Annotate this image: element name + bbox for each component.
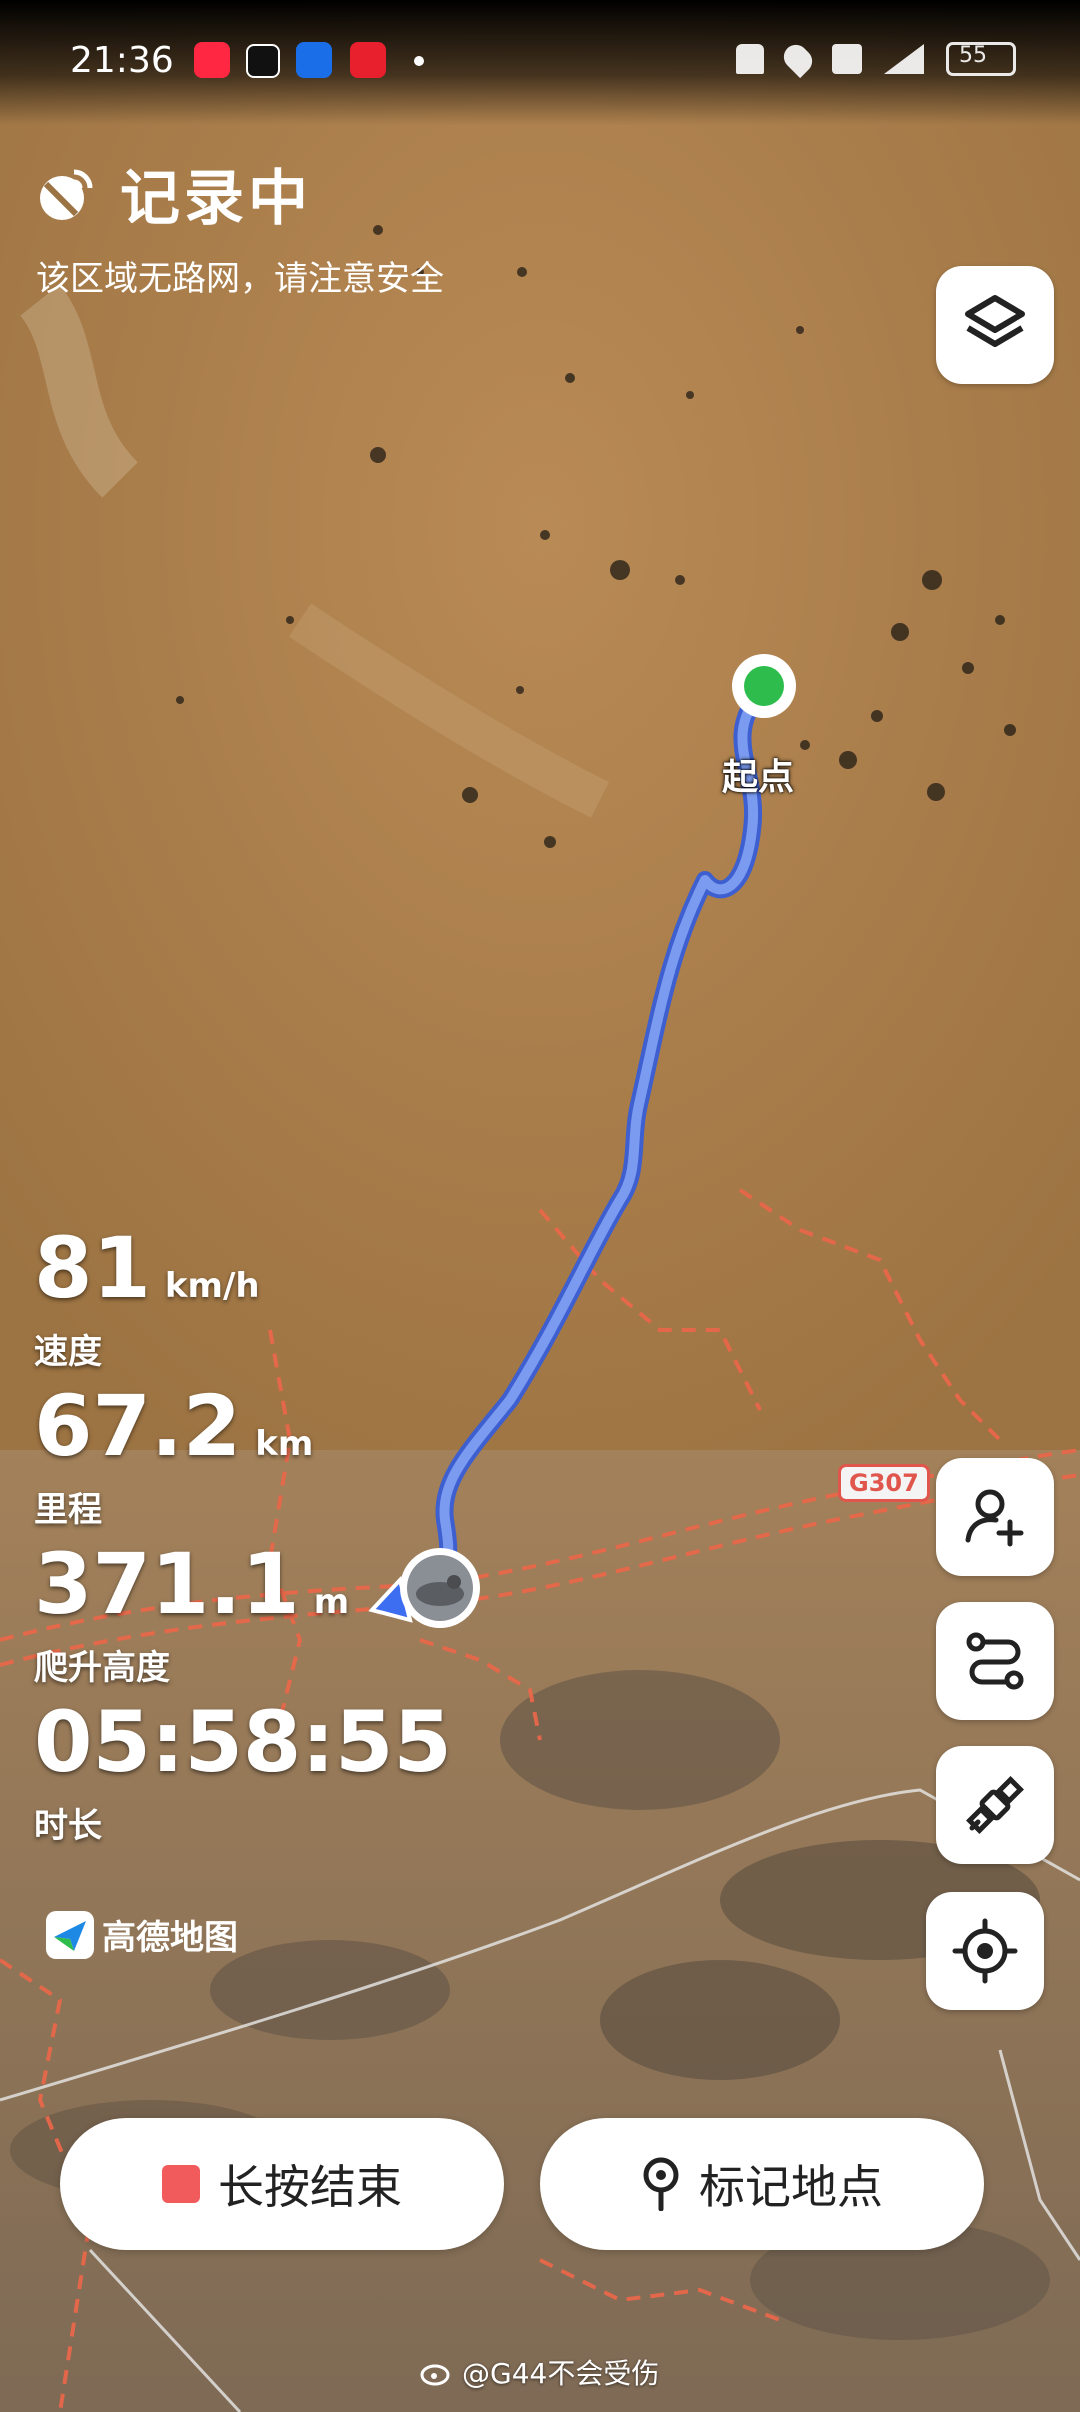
satellite-signal-icon [40,169,93,220]
satellite-icon [966,1776,1024,1834]
road-badge: G307 [838,1464,930,1502]
recording-subtitle: 该区域无路网，请注意安全 [36,259,444,299]
duration-stat: 05:58:55 时长 [34,1700,452,1847]
status-bar: 21:36 55 [0,0,1080,125]
climb-label: 爬升高度 [34,1648,170,1688]
distance-value: 67.2 [34,1377,242,1475]
locate-icon [952,1918,1018,1984]
map-pin-icon [643,2157,679,2211]
heart-app-icon [350,42,386,78]
xiaohongshu-app-icon [194,42,230,78]
taobao-app-icon [246,44,280,78]
nfc-icon [832,44,862,74]
add-person-icon [965,1489,1024,1547]
duration-value: 05:58:55 [34,1693,452,1791]
route-icon [966,1632,1024,1690]
mute-icon [736,44,764,74]
add-friend-button[interactable] [936,1458,1054,1576]
speed-label: 速度 [34,1332,102,1372]
stop-icon [162,2165,200,2203]
locate-button[interactable] [926,1892,1044,2010]
watermark-text: @G44不会受伤 [462,2357,660,2390]
layers-button[interactable] [936,266,1054,384]
climb-value: 371.1 [34,1535,300,1633]
amap-logo-icon [46,1910,94,1959]
dot-icon [414,56,424,66]
speed-unit: km/h [164,1266,260,1306]
status-icons: 55 [736,39,1016,79]
battery-icon: 55 [946,42,1016,76]
route-button[interactable] [936,1602,1054,1720]
speed-value: 81 [34,1219,151,1317]
satellite-map[interactable] [0,0,1080,2412]
amap-logo: 高德地图 [46,1910,238,1959]
distance-label: 里程 [34,1490,102,1530]
status-time: 21:36 [70,40,174,81]
amap-logo-text: 高德地图 [102,1918,238,1958]
messenger-app-icon [296,42,332,78]
end-recording-button[interactable]: 长按结束 [60,2118,504,2250]
climb-unit: m [313,1582,350,1622]
mark-location-label: 标记地点 [699,2160,883,2214]
distance-stat: 67.2 km 里程 [34,1384,313,1531]
signal-icon [884,44,924,74]
mark-location-button[interactable]: 标记地点 [540,2118,984,2250]
speed-stat: 81 km/h 速度 [34,1226,260,1373]
distance-unit: km [255,1424,314,1464]
watermark: @G44不会受伤 [420,2352,659,2392]
start-label: 起点 [722,757,795,798]
end-recording-label: 长按结束 [218,2160,402,2214]
location-icon [778,39,818,79]
satellite-button[interactable] [936,1746,1054,1864]
weibo-icon [420,2364,450,2386]
recording-title: 记录中 [120,164,312,234]
layers-icon [965,295,1025,347]
recording-header: 记录中 该区域无路网，请注意安全 [36,150,444,300]
duration-label: 时长 [34,1806,102,1846]
climb-stat: 371.1 m 爬升高度 [34,1542,349,1689]
